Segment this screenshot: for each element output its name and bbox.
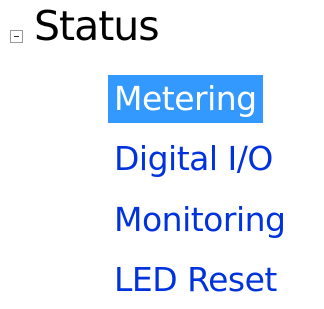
tree-item-metering[interactable]: Metering [108, 75, 263, 123]
tree-item-led-reset[interactable]: LED Reset [108, 256, 283, 304]
collapse-toggle-icon[interactable] [10, 30, 23, 43]
tree-item-monitoring[interactable]: Monitoring [108, 196, 291, 244]
navigation-tree: Status Metering Digital I/O Monitoring L… [0, 0, 324, 309]
tree-item-digital-io[interactable]: Digital I/O [108, 135, 279, 183]
minus-icon [14, 36, 19, 37]
tree-node-status[interactable]: Status [34, 2, 160, 50]
